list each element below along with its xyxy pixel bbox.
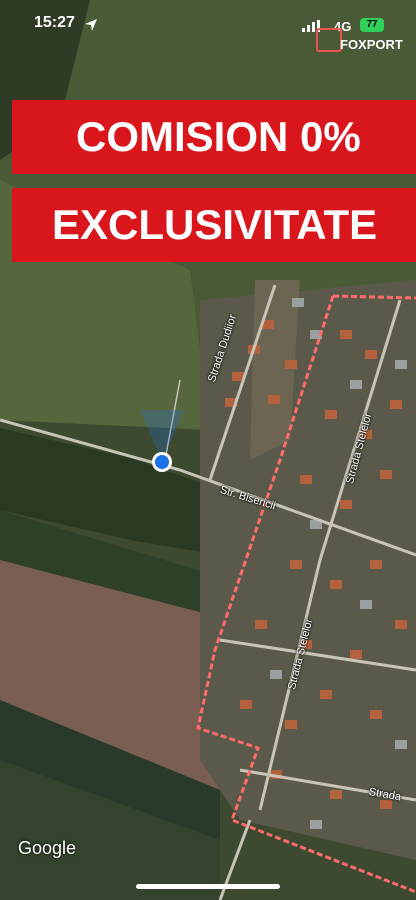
status-time: 15:27 bbox=[34, 14, 75, 31]
banner-exclusivity-text: EXCLUSIVITATE bbox=[52, 201, 378, 248]
battery-level: 77 bbox=[366, 19, 378, 30]
battery-icon: 77 bbox=[360, 18, 384, 32]
google-attribution: Google bbox=[18, 838, 77, 858]
banner-exclusivity: EXCLUSIVITATE bbox=[12, 188, 416, 262]
banner-commission-text: COMISION 0% bbox=[76, 113, 361, 160]
residential-area bbox=[200, 280, 416, 860]
location-arrow-icon bbox=[85, 19, 97, 31]
watermark-logo bbox=[316, 28, 342, 52]
banner-commission: COMISION 0% bbox=[12, 100, 416, 174]
location-dot[interactable] bbox=[155, 455, 169, 469]
home-indicator[interactable] bbox=[136, 884, 280, 889]
map-screen: Strada Dudiior Str. Bisericii Strada Ste… bbox=[0, 0, 416, 900]
watermark-brand: FOXPORT bbox=[340, 37, 403, 52]
